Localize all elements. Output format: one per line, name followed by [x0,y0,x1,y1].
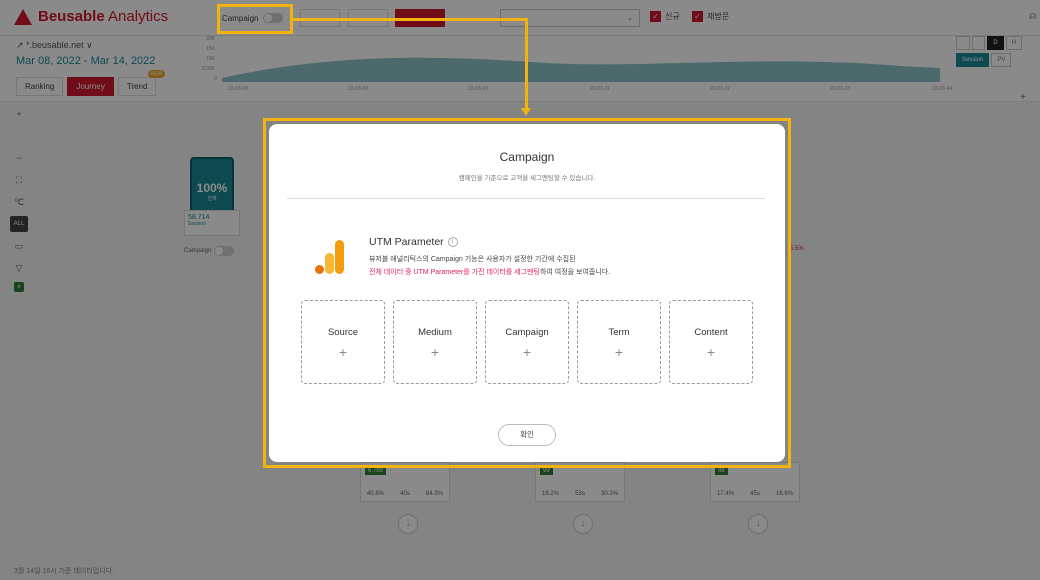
highlight-connector [525,18,528,110]
param-box-content[interactable]: Content + [669,300,753,384]
google-analytics-icon [315,240,344,274]
param-label: Term [608,326,630,338]
plus-icon: + [706,343,716,360]
utm-description-line2: 전체 데이터 중 UTM Parameter를 가진 데이터를 세그멘팅하여 여… [369,267,610,277]
param-box-source[interactable]: Source + [301,300,385,384]
highlight-connector [293,18,528,21]
campaign-modal: Campaign 캠페인을 기준으로 고객을 세그멘팅할 수 있습니다. UTM… [269,124,785,462]
param-label: Medium [418,326,452,338]
utm-parameter-title: UTM Parameter [369,236,444,248]
param-box-term[interactable]: Term + [577,300,661,384]
utm-description-rest: 하여 여정을 보여줍니다. [539,269,611,276]
param-label: Source [327,326,359,338]
param-box-campaign[interactable]: Campaign + [485,300,569,384]
utm-parameter-list: Source + Medium + Campaign + Term + Cont… [301,300,753,384]
param-box-medium[interactable]: Medium + [393,300,477,384]
plus-icon: + [614,343,624,360]
modal-subtitle: 캠페인을 기준으로 고객을 세그멘팅할 수 있습니다. [458,175,596,182]
param-label: Content [694,326,728,338]
plus-icon: + [522,343,532,360]
highlight-arrow-icon [521,108,531,116]
param-label: Campaign [505,326,549,338]
plus-icon: + [338,343,348,360]
utm-description-line1: 뷰저블 애널리틱스의 Campaign 기능은 사용자가 설정한 기간에 수집된 [369,256,576,263]
utm-parameter-heading: UTM Parameter i [369,236,458,248]
highlight-box-campaign-toggle [217,4,293,34]
plus-icon: + [430,343,440,360]
utm-description-highlight: 전체 데이터 중 UTM Parameter를 가진 데이터를 세그멘팅 [369,269,540,276]
confirm-button[interactable]: 확인 [498,424,556,446]
info-icon[interactable]: i [447,237,458,247]
modal-divider [287,198,765,199]
modal-title: Campaign [499,150,555,164]
